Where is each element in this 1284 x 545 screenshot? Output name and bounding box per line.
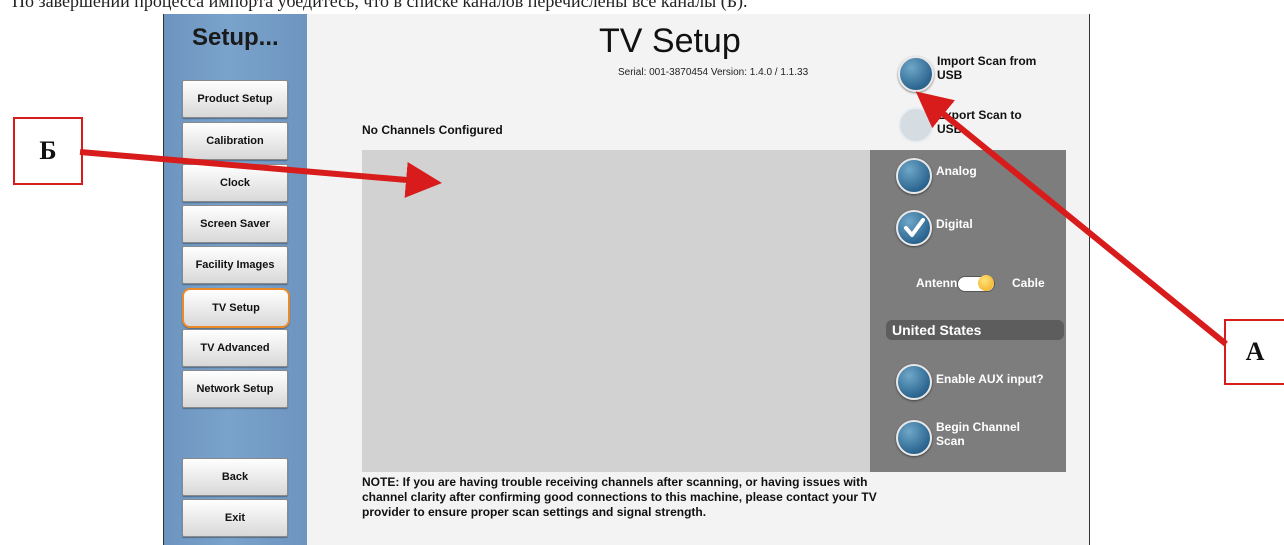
arrow-a (915, 91, 1228, 347)
arrow-b (79, 149, 442, 198)
annotation-arrows (79, 91, 1228, 347)
